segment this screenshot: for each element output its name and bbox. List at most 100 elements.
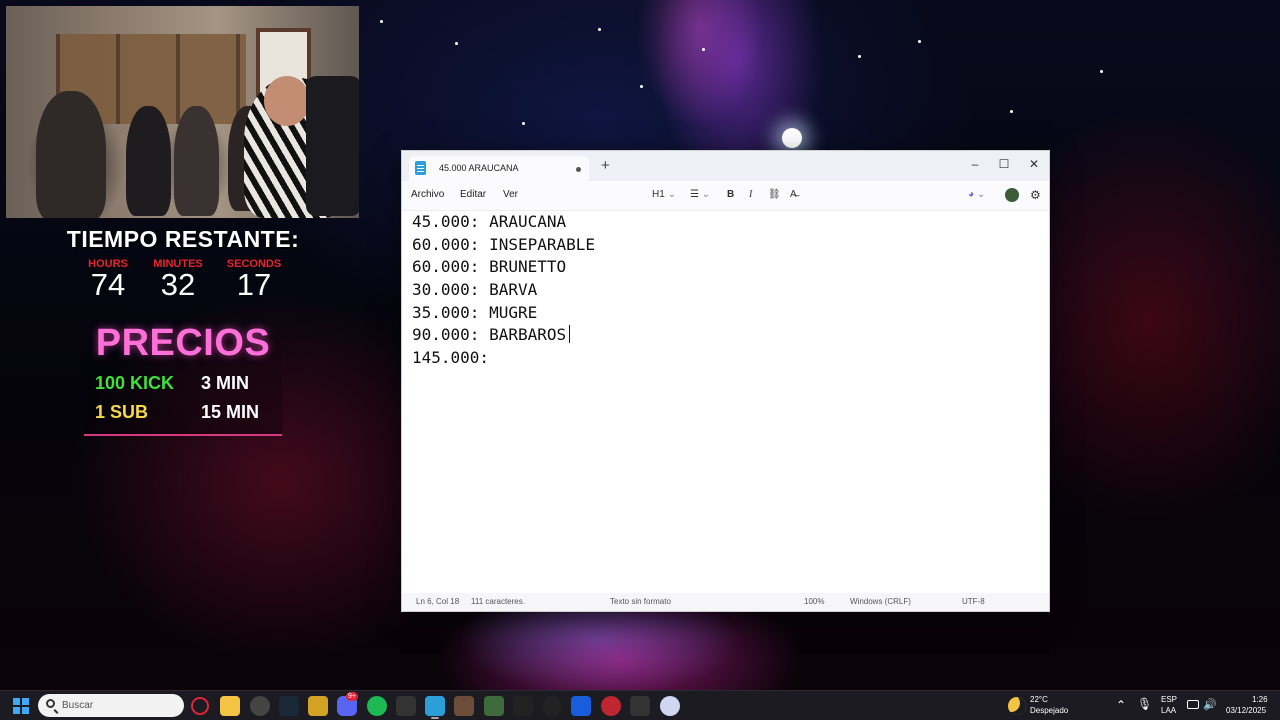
person-graphic <box>174 106 219 216</box>
format-indicator[interactable]: Texto sin formato <box>610 597 671 606</box>
prices-panel: PRECIOS 100 KICK 3 MIN 1 SUB 15 MIN <box>84 316 282 436</box>
star-graphic <box>455 42 458 45</box>
list-icon: ☰ <box>690 189 699 200</box>
chevron-down-icon: ⌄ <box>667 189 676 200</box>
italic-button[interactable]: I <box>749 187 752 203</box>
face-graphic <box>264 76 310 126</box>
close-button[interactable]: ✕ <box>1020 154 1048 174</box>
clock-date[interactable]: 03/12/2025 <box>1226 706 1266 715</box>
search-icon <box>46 699 55 708</box>
user-avatar[interactable] <box>1005 188 1019 202</box>
timer-seconds-value: 17 <box>236 267 272 302</box>
app-icon[interactable] <box>630 696 650 716</box>
chevron-down-icon: ⌄ <box>701 189 711 200</box>
unsaved-dot-icon[interactable] <box>576 167 581 172</box>
text-editor[interactable]: 45.000: ARAUCANA 60.000: INSEPARABLE 60.… <box>412 211 1032 591</box>
chevron-up-icon[interactable]: ⌃ <box>1116 698 1126 712</box>
price-item-kick: 100 KICK <box>95 373 175 393</box>
timer-minutes-value: 32 <box>160 267 196 302</box>
status-bar: Ln 6, Col 18 111 caracteres. Texto sin f… <box>402 593 1049 611</box>
taskbar: Buscar 9+ 22°C Despejado ⌃ 🎙 ESP LAA 🔊 1… <box>0 690 1280 720</box>
menu-ver[interactable]: Ver <box>503 189 518 200</box>
title-bar[interactable]: 45.000 ARAUCANA + – ☐ ✕ <box>402 151 1049 181</box>
list-dropdown[interactable]: ☰ ⌄ <box>690 187 710 203</box>
game-icon[interactable] <box>484 696 504 716</box>
maximize-button[interactable]: ☐ <box>990 154 1018 174</box>
text-caret <box>569 325 571 344</box>
spotify-icon[interactable] <box>367 696 387 716</box>
app-icon[interactable] <box>601 696 621 716</box>
opera-gx-icon[interactable] <box>191 697 209 715</box>
moon-graphic <box>782 128 802 148</box>
moon-weather-icon[interactable] <box>1008 697 1026 715</box>
game-icon[interactable] <box>454 696 474 716</box>
price-item-sub: 1 SUB <box>95 402 149 422</box>
network-icon[interactable] <box>1187 700 1199 709</box>
app-icon[interactable] <box>396 696 416 716</box>
steam-icon[interactable] <box>279 696 299 716</box>
taskbar-search[interactable]: Buscar <box>38 694 184 717</box>
heading-dropdown[interactable]: H1 ⌄ <box>652 187 676 203</box>
settings-gear-icon[interactable]: ⚙ <box>1030 187 1041 203</box>
encoding[interactable]: UTF-8 <box>962 597 985 606</box>
editor-line: 60.000: BRUNETTO <box>412 257 567 277</box>
menu-editar[interactable]: Editar <box>460 189 486 200</box>
gaming-chair-graphic <box>306 76 359 216</box>
tab-document[interactable]: 45.000 ARAUCANA <box>409 156 589 181</box>
language-line2[interactable]: LAA <box>1161 706 1176 715</box>
webcam-feed <box>6 6 359 218</box>
minimize-button[interactable]: – <box>961 154 989 174</box>
obs-icon[interactable] <box>250 696 270 716</box>
price-time-kick: 3 MIN <box>201 373 250 393</box>
link-button[interactable]: ⛓ <box>768 187 781 203</box>
discord-icon[interactable]: 9+ <box>337 692 358 716</box>
cursor-position[interactable]: Ln 6, Col 18 <box>416 597 459 606</box>
star-graphic <box>598 28 601 31</box>
editor-line-current: 90.000: BARBAROS <box>412 324 1032 347</box>
weather-desc[interactable]: Despejado <box>1030 706 1068 715</box>
microphone-icon[interactable]: 🎙 <box>1137 697 1152 711</box>
file-explorer-icon[interactable] <box>220 696 240 716</box>
star-graphic <box>918 40 921 43</box>
copilot-dropdown[interactable]: ◕ ⌄ <box>968 187 985 203</box>
windows-start-icon[interactable] <box>13 698 29 714</box>
clear-formatting-button[interactable]: A̶ <box>790 187 797 203</box>
notepad-taskbar-icon[interactable] <box>425 696 445 716</box>
person-graphic <box>36 91 106 218</box>
car-icon[interactable] <box>513 696 533 716</box>
logitech-icon[interactable] <box>542 696 562 716</box>
heading-label: H1 <box>652 189 665 200</box>
chevron-down-icon: ⌄ <box>976 189 986 200</box>
new-tab-button[interactable]: + <box>601 157 610 174</box>
weather-temp[interactable]: 22°C <box>1030 695 1048 704</box>
star-graphic <box>858 55 861 58</box>
notepad-window: 45.000 ARAUCANA + – ☐ ✕ Archivo Editar V… <box>401 150 1050 612</box>
active-indicator <box>431 717 439 719</box>
tab-title: 45.000 ARAUCANA <box>439 163 519 173</box>
person-graphic <box>126 106 171 216</box>
prices-title: PRECIOS <box>95 322 271 364</box>
timer-minutes: MINUTES 32 <box>138 258 218 300</box>
app-icon[interactable] <box>660 696 680 716</box>
star-graphic <box>522 122 525 125</box>
shield-app-icon[interactable] <box>308 696 328 716</box>
menu-archivo[interactable]: Archivo <box>411 189 444 200</box>
timer-title: TIEMPO RESTANTE: <box>66 226 300 252</box>
bitwarden-icon[interactable] <box>571 696 591 716</box>
zoom-level[interactable]: 100% <box>804 597 824 606</box>
timer-hours: HOURS 74 <box>68 258 148 300</box>
copilot-icon: ◕ <box>968 189 975 200</box>
clock-time[interactable]: 1:26 <box>1252 695 1268 704</box>
star-graphic <box>702 48 705 51</box>
language-line1[interactable]: ESP <box>1161 695 1177 704</box>
editor-line: 60.000: INSEPARABLE <box>412 234 596 254</box>
star-graphic <box>1100 70 1103 73</box>
discord-badge: 9+ <box>346 692 358 701</box>
editor-line: 30.000: BARVA <box>412 280 538 300</box>
line-endings[interactable]: Windows (CRLF) <box>850 597 911 606</box>
editor-line: 145.000: <box>412 348 490 368</box>
bold-button[interactable]: B <box>727 187 734 203</box>
volume-icon[interactable]: 🔊 <box>1203 698 1217 711</box>
menu-bar: Archivo Editar Ver H1 ⌄ ☰ ⌄ B I ⛓ A̶ ◕ ⌄… <box>402 181 1049 211</box>
star-graphic <box>1010 110 1013 113</box>
